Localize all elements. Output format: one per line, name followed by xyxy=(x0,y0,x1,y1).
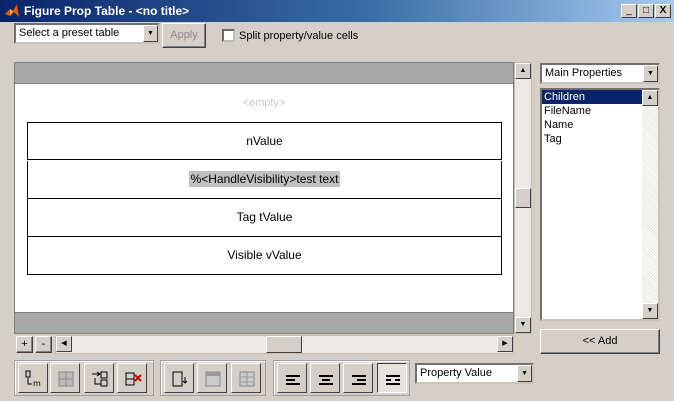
insert-column-icon[interactable] xyxy=(164,363,194,393)
row-cell-text: nValue xyxy=(246,134,283,148)
empty-placeholder: <empty> xyxy=(242,97,286,109)
maximize-button[interactable]: □ xyxy=(638,4,654,18)
table-footer-bar xyxy=(15,312,513,333)
merge-cells-icon xyxy=(197,363,227,393)
align-right-icon[interactable] xyxy=(343,363,373,393)
property-category-value: Main Properties xyxy=(545,67,623,79)
row-cell-text-selected[interactable]: %<HandleVisibility>test text xyxy=(188,171,341,187)
svg-text:m: m xyxy=(33,379,41,388)
preset-table-select[interactable]: Select a preset table ▼ xyxy=(14,23,160,44)
grid-disabled-icon xyxy=(231,363,261,393)
list-item-tag[interactable]: Tag xyxy=(542,132,658,146)
add-row-button[interactable]: + xyxy=(16,336,33,353)
chevron-down-icon[interactable]: ▼ xyxy=(517,365,532,382)
align-center-icon[interactable] xyxy=(310,363,340,393)
title-bar: Figure Prop Table - <no title> _ □ X xyxy=(0,0,674,22)
scroll-down-icon[interactable]: ▼ xyxy=(642,303,658,319)
preset-table-value: Select a preset table xyxy=(19,27,120,39)
row-cell-text: Tag tValue xyxy=(236,210,293,224)
delete-row-icon[interactable] xyxy=(117,363,147,393)
table-header-bar xyxy=(15,63,513,84)
list-item-name[interactable]: Name xyxy=(542,118,658,132)
list-item-filename[interactable]: FileName xyxy=(542,104,658,118)
scroll-down-icon[interactable]: ▼ xyxy=(515,317,531,333)
list-scrollbar[interactable]: ▲ ▼ xyxy=(642,90,658,319)
table-row[interactable]: nValue xyxy=(27,122,502,160)
scroll-up-icon[interactable]: ▲ xyxy=(515,63,531,79)
split-cell-icon[interactable] xyxy=(84,363,114,393)
scroll-up-icon[interactable]: ▲ xyxy=(642,90,658,106)
scroll-left-icon[interactable]: ◀ xyxy=(56,336,72,352)
close-button[interactable]: X xyxy=(655,4,671,18)
table-vertical-scrollbar[interactable]: ▲ ▼ xyxy=(514,62,532,334)
matlab-logo-icon xyxy=(5,4,19,17)
add-property-button[interactable]: << Add xyxy=(540,329,660,354)
list-item-children[interactable]: Children xyxy=(542,90,642,104)
chevron-down-icon[interactable]: ▼ xyxy=(143,25,158,42)
table-horizontal-scrollbar[interactable]: ◀ ▶ xyxy=(55,335,514,354)
properties-list[interactable]: Children FileName Name Tag ▲ ▼ xyxy=(540,88,660,321)
minimize-button[interactable]: _ xyxy=(621,4,637,18)
remove-row-button[interactable]: - xyxy=(35,336,52,353)
property-category-select[interactable]: Main Properties ▼ xyxy=(540,63,660,84)
display-mode-value: Property Value xyxy=(420,367,492,379)
apply-button[interactable]: Apply xyxy=(162,23,206,48)
horizontal-scroll-thumb[interactable] xyxy=(266,336,302,353)
chevron-down-icon[interactable]: ▼ xyxy=(643,65,658,82)
property-table-panel: <empty> nValue %<HandleVisibility>test t… xyxy=(14,62,514,334)
window-title: Figure Prop Table - <no title> xyxy=(24,4,190,18)
table-row[interactable]: Visible vValue xyxy=(27,237,502,275)
justify-icon[interactable] xyxy=(377,363,407,393)
scroll-right-icon[interactable]: ▶ xyxy=(497,336,513,352)
delete-cell-icon xyxy=(50,363,80,393)
table-row-editing[interactable]: %<HandleVisibility>test text xyxy=(27,161,502,199)
vertical-scroll-thumb[interactable] xyxy=(515,188,531,208)
display-mode-select[interactable]: Property Value ▼ xyxy=(415,363,534,384)
table-row[interactable]: Tag tValue xyxy=(27,199,502,237)
split-cells-label: Split property/value cells xyxy=(239,30,359,42)
align-left-icon[interactable] xyxy=(277,363,307,393)
row-cell-text: Visible vValue xyxy=(227,248,302,262)
insert-row-icon[interactable]: m xyxy=(18,363,48,393)
split-cells-checkbox[interactable] xyxy=(222,29,235,42)
